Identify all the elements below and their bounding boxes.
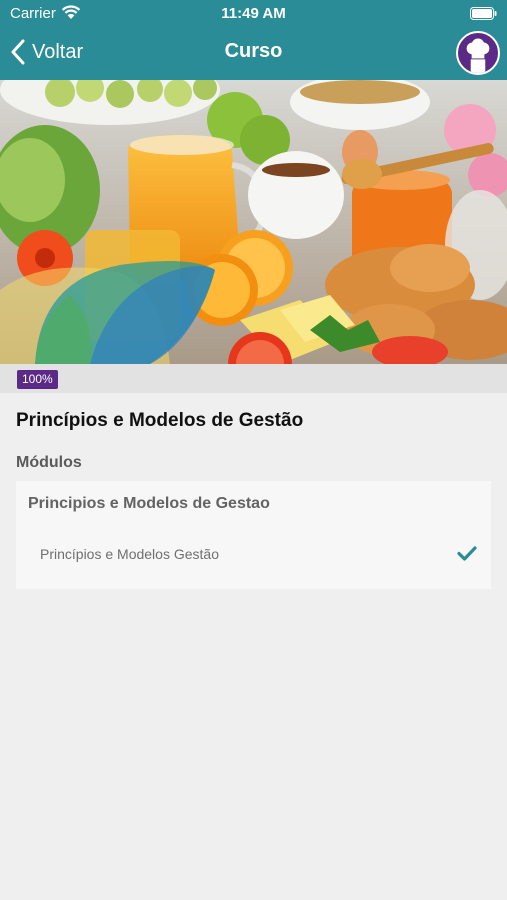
- lesson-item[interactable]: Princípios e Modelos Gestão: [16, 535, 491, 581]
- avatar[interactable]: [456, 31, 500, 75]
- module-title: Principios e Modelos de Gestao: [28, 495, 270, 512]
- chef-hat-icon: [466, 38, 490, 73]
- modules-heading: Módulos: [16, 454, 82, 471]
- battery-icon: [470, 7, 497, 20]
- checkmark-icon: [457, 546, 477, 561]
- module-card: Principios e Modelos de Gestao Princípio…: [16, 481, 491, 589]
- header: Carrier 11:49 AM Voltar Curso: [0, 0, 507, 80]
- course-cover-image: [0, 80, 507, 364]
- lesson-label: Princípios e Modelos Gestão: [40, 546, 219, 562]
- progress-badge: 100%: [17, 370, 58, 389]
- course-title: Princípios e Modelos de Gestão: [16, 410, 304, 431]
- status-bar: Carrier 11:49 AM: [0, 0, 507, 28]
- page-title: Curso: [224, 40, 283, 62]
- course-progress-bar: 100%: [0, 364, 507, 393]
- clock: 11:49 AM: [221, 5, 286, 22]
